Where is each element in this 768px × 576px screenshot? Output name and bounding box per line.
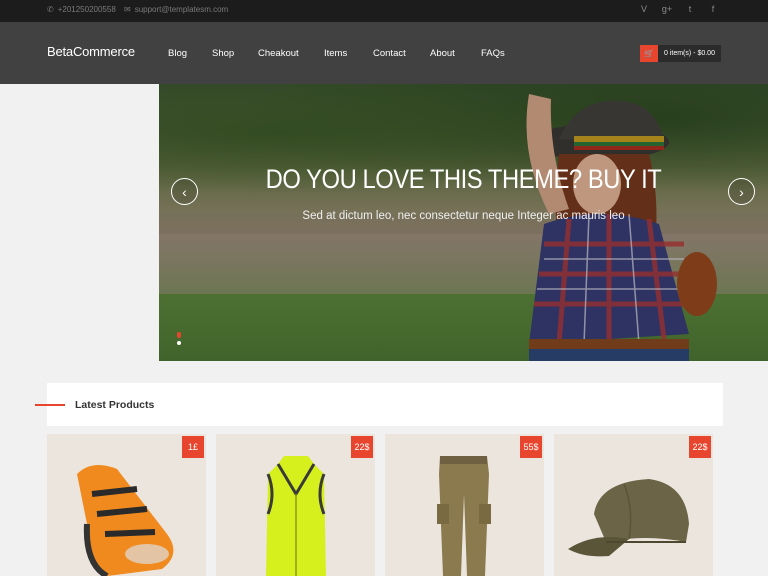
top-bar: ✆ +201250200558 ✉ support@templatesm.com… <box>0 0 768 22</box>
vine-icon[interactable]: V <box>637 4 651 14</box>
phone-contact: ✆ +201250200558 <box>47 5 116 14</box>
twitter-icon[interactable]: t <box>683 4 697 14</box>
product-card[interactable]: 22$ <box>554 434 713 576</box>
nav-blog[interactable]: Blog <box>168 48 187 59</box>
price-badge: 22$ <box>351 436 373 458</box>
email-address[interactable]: support@templatesm.com <box>135 5 229 14</box>
nav-shop[interactable]: Shop <box>212 48 234 59</box>
cart-icon: 🛒 <box>640 45 658 62</box>
hero-dim-overlay <box>159 84 768 361</box>
cart-summary: 0 item(s) - $0.00 <box>658 45 721 62</box>
nav-contact[interactable]: Contact <box>373 48 406 59</box>
price-badge: 55$ <box>520 436 542 458</box>
latest-products-header: Latest Products <box>35 383 723 426</box>
chevron-right-icon: › <box>739 183 744 200</box>
site-header: BetaCommerce Blog Shop Cheakout Items Co… <box>0 22 768 84</box>
slider-dot-active[interactable] <box>177 332 181 338</box>
google-plus-icon[interactable]: g+ <box>660 4 674 14</box>
section-title: Latest Products <box>75 399 155 411</box>
phone-number: +201250200558 <box>57 5 116 14</box>
product-card[interactable]: 55$ <box>385 434 544 576</box>
product-card[interactable]: 22$ <box>216 434 375 576</box>
nav-checkout[interactable]: Cheakout <box>258 48 299 59</box>
slider-dot[interactable] <box>177 341 181 345</box>
site-logo[interactable]: BetaCommerce <box>47 44 135 59</box>
facebook-icon[interactable]: f <box>706 4 720 14</box>
hero-subtitle: Sed at dictum leo, nec consectetur neque… <box>302 210 625 222</box>
email-contact[interactable]: ✉ support@templatesm.com <box>124 5 228 14</box>
slider-prev-button[interactable]: ‹ <box>171 178 198 205</box>
price-badge: 22$ <box>689 436 711 458</box>
phone-icon: ✆ <box>47 5 54 14</box>
section-accent-bar <box>35 404 65 406</box>
product-card[interactable]: 1£ <box>47 434 206 576</box>
slider-next-button[interactable]: › <box>728 178 755 205</box>
cart-button[interactable]: 🛒 0 item(s) - $0.00 <box>640 45 721 62</box>
slider-pagination <box>177 332 183 348</box>
nav-faqs[interactable]: FAQs <box>481 48 505 59</box>
nav-about[interactable]: About <box>430 48 455 59</box>
chevron-left-icon: ‹ <box>182 183 187 200</box>
hero-title: DO YOU LOVE THIS THEME? BUY IT <box>265 164 662 194</box>
price-badge: 1£ <box>182 436 204 458</box>
envelope-icon: ✉ <box>124 5 131 14</box>
hero-slider: DO YOU LOVE THIS THEME? BUY IT Sed at di… <box>159 84 768 361</box>
nav-items[interactable]: Items <box>324 48 347 59</box>
